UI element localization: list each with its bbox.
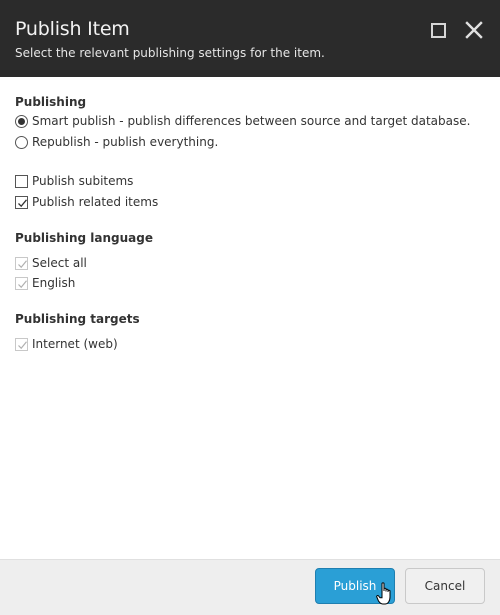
dialog-footer: Publish Cancel — [0, 559, 500, 615]
maximize-icon — [430, 22, 446, 38]
checkmark-icon — [18, 259, 27, 268]
radio-smart-publish[interactable]: Smart publish - publish differences betw… — [15, 112, 470, 130]
checkbox-label: Select all — [32, 256, 87, 270]
checkbox-checked-disabled[interactable] — [15, 337, 28, 351]
radio-republish[interactable]: Republish - publish everything. — [15, 133, 218, 151]
language-section-title: Publishing language — [15, 231, 153, 245]
radio-label: Republish - publish everything. — [32, 135, 219, 149]
checkbox[interactable] — [15, 174, 28, 188]
radio-button-checked[interactable] — [15, 114, 28, 128]
radio-label: Smart publish - publish differences betw… — [32, 114, 471, 128]
publishing-section-title: Publishing — [15, 95, 87, 109]
checkmark-icon — [18, 340, 27, 349]
radio-button[interactable] — [15, 135, 28, 149]
checkbox-language-english[interactable]: English — [15, 274, 75, 292]
checkbox-checked-disabled[interactable] — [15, 276, 28, 290]
checkmark-icon — [18, 198, 28, 207]
targets-section-title: Publishing targets — [15, 312, 140, 326]
checkbox-target-internet[interactable]: Internet (web) — [15, 335, 118, 353]
dialog-title: Publish Item — [15, 18, 130, 40]
checkbox-publish-related-items[interactable]: Publish related items — [15, 193, 158, 211]
dialog-subtitle: Select the relevant publishing settings … — [15, 46, 325, 60]
checkmark-icon — [18, 279, 27, 288]
checkbox-label: Internet (web) — [32, 337, 118, 351]
checkbox-checked[interactable] — [15, 195, 28, 209]
checkbox-checked-disabled[interactable] — [15, 256, 28, 270]
checkbox-publish-subitems[interactable]: Publish subitems — [15, 172, 133, 190]
checkbox-language-select-all[interactable]: Select all — [15, 254, 87, 272]
checkbox-label: English — [32, 276, 76, 290]
maximize-button[interactable] — [427, 19, 449, 41]
checkbox-label: Publish related items — [32, 195, 159, 209]
close-icon — [465, 21, 483, 39]
checkbox-label: Publish subitems — [32, 174, 134, 188]
dialog-header: Publish Item Select the relevant publish… — [0, 0, 500, 77]
close-button[interactable] — [463, 19, 485, 41]
publish-button[interactable]: Publish — [315, 568, 395, 604]
cancel-button[interactable]: Cancel — [405, 568, 485, 604]
